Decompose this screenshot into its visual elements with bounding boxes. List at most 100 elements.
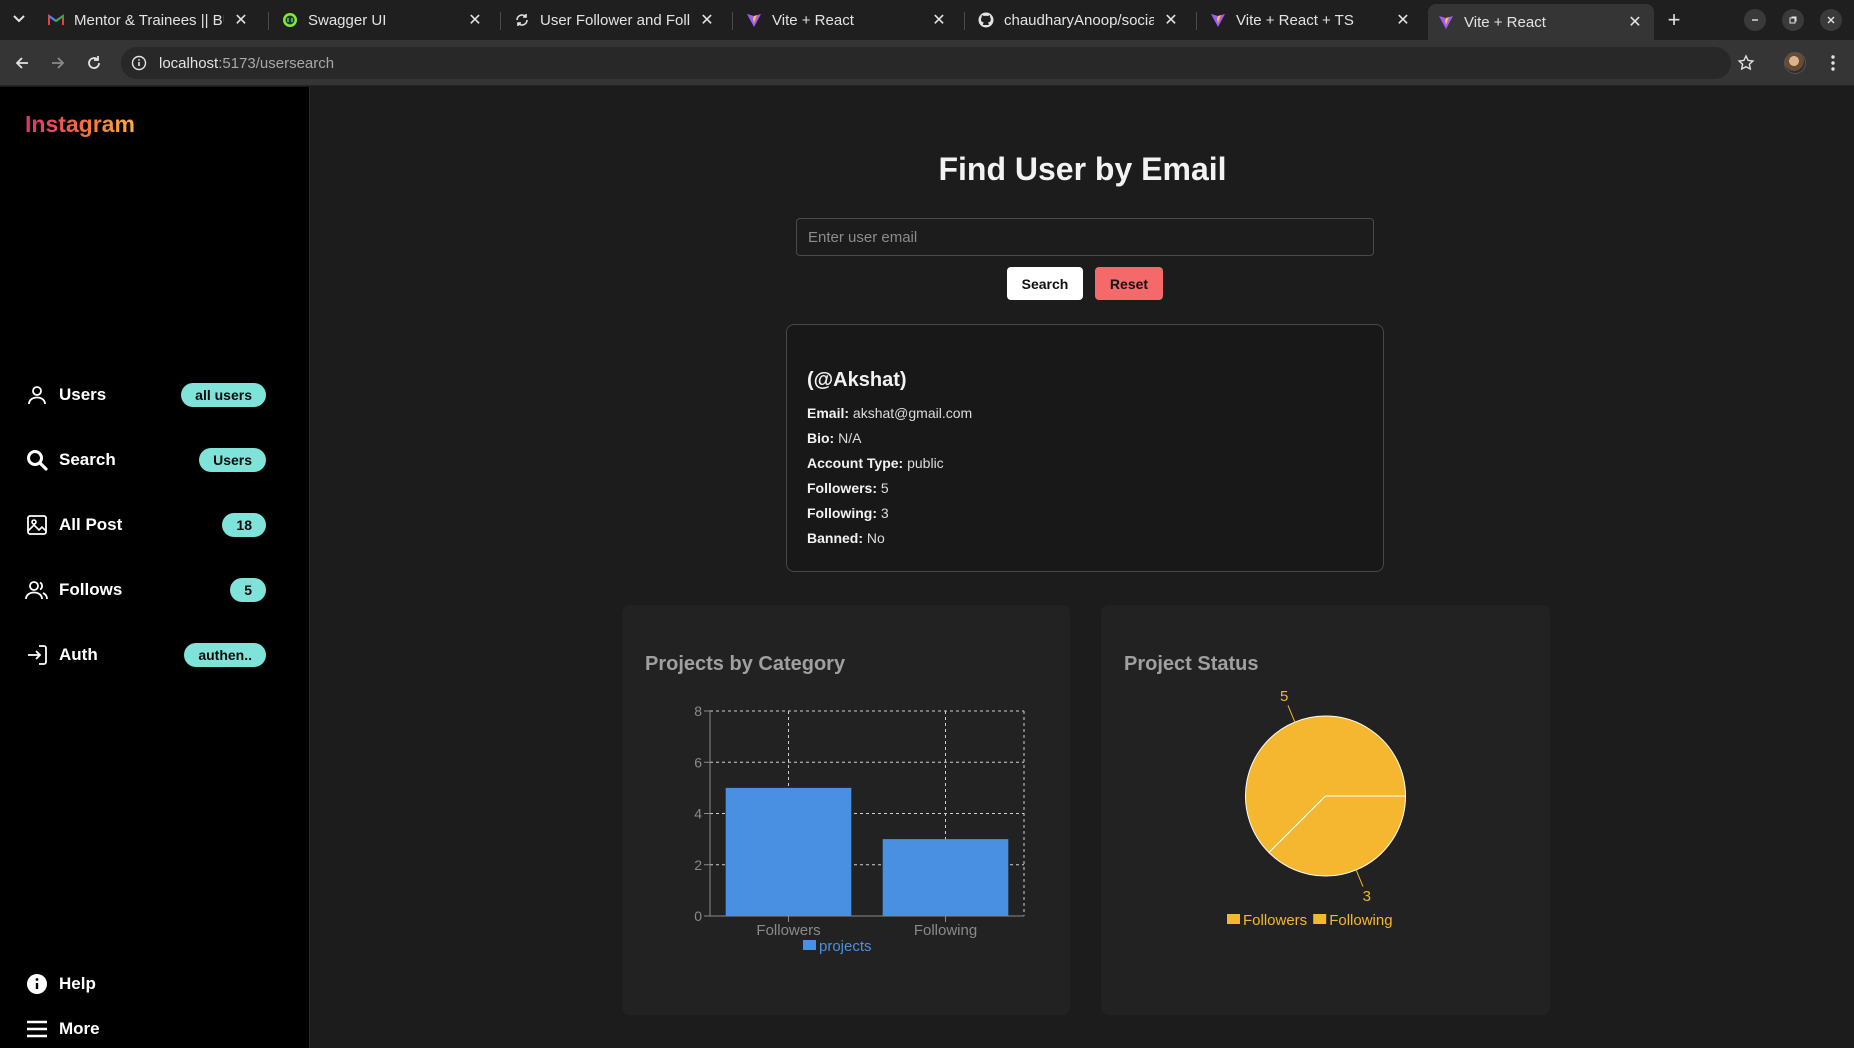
browser-tab[interactable]: Swagger UI ✕ xyxy=(272,4,494,36)
back-button[interactable] xyxy=(9,50,35,76)
tab-title: Vite + React + TS xyxy=(1236,11,1354,29)
sidebar-item-follows[interactable]: Follows 5 xyxy=(24,573,266,607)
legend-label: Following xyxy=(1329,912,1392,929)
minimize-button[interactable] xyxy=(1744,9,1766,31)
sidebar-item-more[interactable]: More xyxy=(24,1012,266,1046)
arrow-left-icon xyxy=(15,57,28,69)
kebab-icon xyxy=(1831,55,1835,71)
pie-value-label: 5 xyxy=(1280,688,1288,705)
browser-tab[interactable]: Vite + React ✕ xyxy=(736,4,958,36)
sidebar-item-search[interactable]: Search Users xyxy=(24,443,266,477)
nav-badge: 5 xyxy=(230,578,266,602)
minimize-icon xyxy=(1752,19,1758,21)
sidebar-item-all-post[interactable]: All Post 18 xyxy=(24,508,266,542)
tab-title: Swagger UI xyxy=(308,11,387,29)
url-host: localhost xyxy=(159,54,219,72)
page-title: Find User by Email xyxy=(938,151,1227,187)
legend-swatch xyxy=(1227,914,1240,924)
browser-tab[interactable]: Vite + React + TS ✕ xyxy=(1200,4,1422,36)
close-icon xyxy=(1827,16,1835,24)
info-icon xyxy=(24,971,50,997)
close-window-button[interactable] xyxy=(1820,9,1842,31)
sidebar: Instagram Users all users Search Users A… xyxy=(0,87,310,1048)
bar xyxy=(725,787,852,916)
user-field-banned: Banned: No xyxy=(807,530,885,546)
close-icon[interactable]: ✕ xyxy=(930,11,948,29)
plus-icon: + xyxy=(1667,7,1681,32)
field-label: Email: xyxy=(807,405,850,421)
tab-title: Vite + React xyxy=(772,11,854,29)
logo[interactable]: Instagram xyxy=(25,111,135,138)
close-icon[interactable]: ✕ xyxy=(698,11,716,29)
pie-label-line xyxy=(1355,869,1364,887)
tab-title: User Follower and Follo xyxy=(540,11,690,29)
user-field-bio: Bio: N/A xyxy=(807,430,861,446)
url-text: localhost:5173/usersearch xyxy=(159,55,334,72)
x-tick-label: Followers xyxy=(756,922,820,939)
sidebar-item-label: More xyxy=(59,1019,100,1038)
reload-icon xyxy=(88,56,100,69)
email-search-input[interactable] xyxy=(796,218,1374,256)
address-bar[interactable]: localhost:5173/usersearch xyxy=(121,47,1731,79)
sidebar-item-auth[interactable]: Auth authen.. xyxy=(24,638,266,672)
site-info-icon[interactable] xyxy=(129,53,149,73)
restore-button[interactable] xyxy=(1782,9,1804,31)
browser-toolbar: localhost:5173/usersearch xyxy=(0,40,1854,86)
user-handle: (@Akshat) xyxy=(807,369,907,391)
browser-tab[interactable]: chaudharyAnoop/social ✕ xyxy=(968,4,1190,36)
close-icon[interactable]: ✕ xyxy=(466,11,484,29)
close-icon[interactable]: ✕ xyxy=(1626,13,1644,31)
close-icon[interactable]: ✕ xyxy=(232,11,250,29)
profile-avatar[interactable] xyxy=(1784,52,1806,74)
y-tick-label: 8 xyxy=(694,703,702,719)
browser-menu-button[interactable] xyxy=(1820,50,1846,76)
browser-tab-active[interactable]: Vite + React ✕ xyxy=(1428,4,1654,40)
user-field-account-type: Account Type: public xyxy=(807,455,944,471)
tab-title: chaudharyAnoop/social xyxy=(1004,11,1154,29)
main-content: Find User by Email Search Reset (@Akshat… xyxy=(311,87,1854,1048)
swagger-icon xyxy=(282,12,298,28)
nav-badge: Users xyxy=(199,448,266,472)
star-icon xyxy=(1737,54,1755,71)
forward-button[interactable] xyxy=(45,50,71,76)
reload-button[interactable] xyxy=(81,50,107,76)
pie-value-label: 3 xyxy=(1363,888,1371,905)
browser-tab[interactable]: User Follower and Follo ✕ xyxy=(504,4,726,36)
restore-icon xyxy=(1789,16,1797,24)
menu-icon xyxy=(24,1016,50,1042)
y-tick-label: 2 xyxy=(694,857,702,873)
close-icon[interactable]: ✕ xyxy=(1394,11,1412,29)
sidebar-item-users[interactable]: Users all users xyxy=(24,378,266,412)
image-icon xyxy=(24,512,50,538)
search-button[interactable]: Search xyxy=(1007,267,1083,300)
field-value: 5 xyxy=(880,480,889,496)
field-label: Bio: xyxy=(807,430,835,446)
legend-label: Followers xyxy=(1243,912,1307,929)
bookmark-button[interactable] xyxy=(1733,50,1759,76)
field-value: No xyxy=(866,530,885,546)
vite-icon xyxy=(1438,14,1454,30)
tab-search-button[interactable] xyxy=(6,6,32,32)
bar-chart: 0 2 4 6 8 Followers Following projects xyxy=(694,703,1025,955)
close-icon[interactable]: ✕ xyxy=(1162,11,1180,29)
user-details-card: (@Akshat) Email: akshat@gmail.com Bio: N… xyxy=(786,324,1384,572)
browser-tab[interactable]: Mentor & Trainees || BU ✕ xyxy=(38,4,260,36)
new-tab-button[interactable]: + xyxy=(1661,7,1687,33)
sidebar-item-label: Follows xyxy=(59,580,123,599)
legend-swatch xyxy=(1313,914,1327,924)
nav-badge: 18 xyxy=(222,513,266,537)
field-label: Account Type: xyxy=(807,455,904,471)
login-icon xyxy=(24,642,50,668)
user-icon xyxy=(24,382,50,408)
user-field-followers: Followers: 5 xyxy=(807,480,889,496)
field-label: Banned: xyxy=(807,530,863,546)
pie-chart: 5 3 Followers Following xyxy=(1227,688,1407,929)
field-value: akshat@gmail.com xyxy=(852,405,973,421)
bar-chart-card: Projects by Category 0 2 4 6 8 Followers Follo… xyxy=(622,605,1070,1015)
tab-title: Vite + React xyxy=(1464,13,1546,31)
sidebar-item-help[interactable]: Help xyxy=(24,967,266,1001)
field-value: N/A xyxy=(838,430,862,446)
reset-button[interactable]: Reset xyxy=(1095,267,1163,300)
sync-icon xyxy=(514,12,530,28)
users-icon xyxy=(24,577,50,603)
